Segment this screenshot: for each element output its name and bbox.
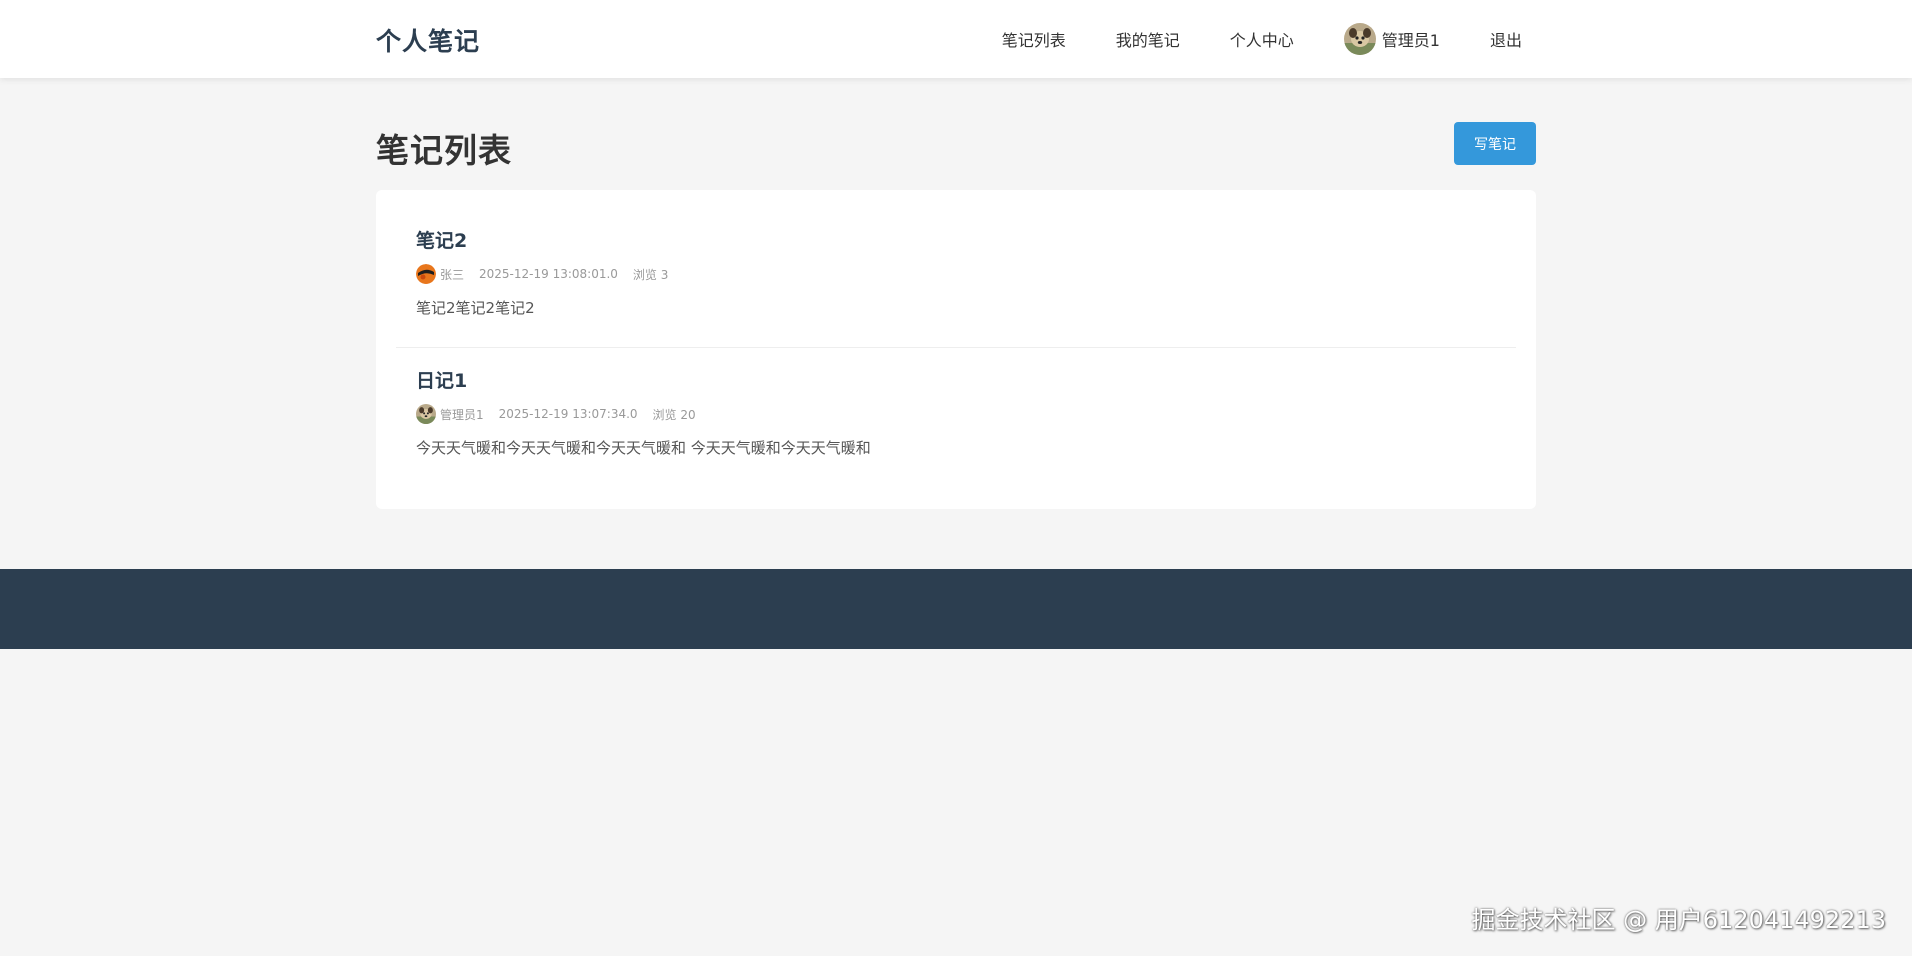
note-excerpt: 笔记2笔记2笔记2 [416,299,535,317]
page-title: 笔记列表 [376,131,512,170]
nav-note-list[interactable]: 笔记列表 [1002,27,1066,51]
nav-user-name: 管理员1 [1381,31,1440,50]
note-author: 管理员1 [440,407,484,422]
note-views: 浏览 20 [652,407,696,422]
user-avatar [1343,23,1376,55]
main-nav: 笔记列表 我的笔记 个人中心 管理员1 退出 [952,0,1522,78]
write-note-button[interactable]: 写笔记 [1454,122,1536,165]
note-meta: 管理员1 2025-12-19 13:07:34.0 浏览 20 [416,404,1516,424]
page-footer [0,569,1912,649]
nav-profile[interactable]: 个人中心 [1230,27,1294,51]
note-views: 浏览 3 [632,267,669,282]
note-meta: 张三 2025-12-19 13:08:01.0 浏览 3 [416,264,1516,284]
note-author: 张三 [440,267,465,282]
top-navbar: 个人笔记 笔记列表 我的笔记 个人中心 管理员1 退出 [0,0,1912,78]
nav-logout[interactable]: 退出 [1490,27,1522,51]
author-avatar [416,264,436,284]
note-item[interactable]: 笔记2 张三 2025-12-19 13:08:01.0 浏览 3 笔记2笔记2… [396,228,1516,348]
note-time: 2025-12-19 13:07:34.0 [498,407,638,421]
author-avatar [416,404,436,424]
watermark: 掘金技术社区 @ 用户612041492213 [1471,906,1887,934]
nav-my-notes[interactable]: 我的笔记 [1116,27,1180,51]
note-title[interactable]: 笔记2 [416,228,1516,254]
note-excerpt: 今天天气暖和今天天气暖和今天天气暖和 今天天气暖和今天天气暖和 [416,439,871,457]
note-title[interactable]: 日记1 [416,368,1516,394]
nav-user[interactable]: 管理员1 [1343,23,1440,55]
note-list-card: 笔记2 张三 2025-12-19 13:08:01.0 浏览 3 笔记2笔记2… [376,190,1536,509]
site-brand[interactable]: 个人笔记 [376,22,480,58]
note-item[interactable]: 日记1 管理员1 2025-12-19 13:07:34.0 浏览 20 今天天… [396,368,1516,478]
note-time: 2025-12-19 13:08:01.0 [479,267,618,281]
